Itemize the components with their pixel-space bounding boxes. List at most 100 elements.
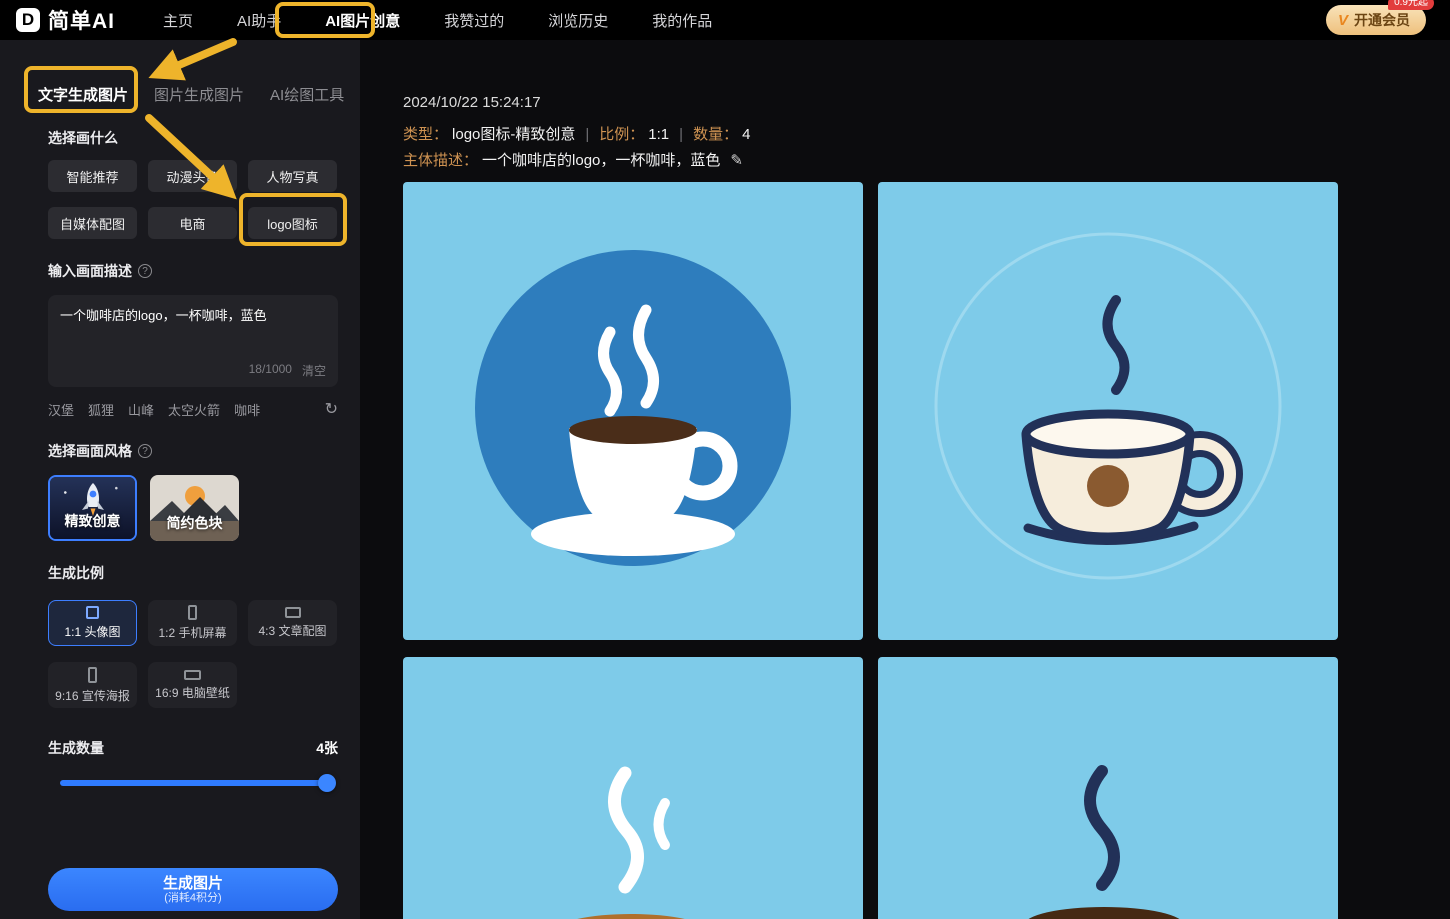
sidebar: 文字生成图片 图片生成图片 AI绘图工具 选择画什么 智能推荐 动漫头像 人物写… [0,40,360,919]
clear-button[interactable]: 清空 [302,362,326,379]
nav-item-history[interactable]: 浏览历史 [548,10,608,31]
info-icon[interactable]: ? [138,444,152,458]
category-logo-icon[interactable]: logo图标 [248,207,337,239]
slider-handle[interactable] [318,774,336,792]
tab-text-to-image[interactable]: 文字生成图片 [38,86,128,106]
type-value: logo图标-精致创意 [452,126,576,143]
separator: | [679,126,684,143]
frame-square-icon [86,606,99,619]
suggestion-mountain[interactable]: 山峰 [128,400,154,419]
topbar: D 简单AI 主页 AI助手 AI图片创意 我赞过的 浏览历史 我的作品 0.9… [0,0,1450,40]
ratio-label: 1:1 头像图 [64,625,121,639]
logo-icon: D [16,8,40,32]
vip-button-label: 开通会员 [1354,12,1410,28]
ratio-label: 1:2 手机屏幕 [158,626,227,640]
ratio-1-2[interactable]: 1:2 手机屏幕 [148,600,237,646]
refresh-icon[interactable]: ↻ [325,399,338,419]
vip-price-badge: 0.9元起 [1388,0,1434,10]
count-row: 生成数量 4张 [48,738,338,758]
description-label: 主体描述： [403,152,479,169]
count-value: 4张 [316,740,338,756]
category-anime-avatar[interactable]: 动漫头像 [148,160,237,192]
generated-image-4[interactable] [878,657,1338,919]
frame-wide-icon [284,607,301,618]
vip-area: 0.9元起 V 开通会员 [1325,0,1434,35]
ratio-label: 9:16 宣传海报 [55,688,130,703]
description-value: 一个咖啡店的logo，一杯咖啡，蓝色 [482,152,721,169]
section-title-prompt: 输入画面描述 ? [48,261,338,281]
generate-label: 生成图片 [162,874,223,892]
ratio-label: 比例： [599,126,645,143]
generated-image-3[interactable] [403,657,863,919]
count-value: 4 [742,126,751,143]
separator: | [585,126,590,143]
nav-item-ai-assistant[interactable]: AI助手 [237,10,281,31]
main-nav: 主页 AI助手 AI图片创意 我赞过的 浏览历史 我的作品 [163,10,712,31]
section-title-style: 选择画面风格 ? [48,441,338,461]
description-row: 主体描述： 一个咖啡店的logo，一杯咖啡，蓝色 ✎ [403,152,1450,170]
style-label-fine-creative: 精致创意 [64,513,121,529]
vip-icon: V [1337,11,1348,29]
ratio-value: 1:1 [648,126,670,143]
slider-track[interactable] [60,780,330,786]
section-title-ratio: 生成比例 [48,563,338,583]
category-ecommerce[interactable]: 电商 [148,207,237,239]
edit-icon[interactable]: ✎ [730,152,743,170]
nav-item-ai-image-creation[interactable]: AI图片创意 [325,10,400,31]
prompt-title-text: 输入画面描述 [48,263,132,279]
generated-image-1[interactable] [403,182,863,640]
suggestion-hamburger[interactable]: 汉堡 [48,400,74,419]
style-card-fine-creative[interactable]: 精致创意 [48,475,137,541]
prompt-footer: 18/1000 清空 [249,362,326,379]
what-title-text: 选择画什么 [48,130,118,146]
generate-cost: (消耗4积分) [164,891,222,904]
nav-item-home[interactable]: 主页 [163,10,193,31]
generation-meta: 类型： logo图标-精致创意 | 比例： 1:1 | 数量： 4 [403,126,1450,144]
nav-item-liked[interactable]: 我赞过的 [444,10,504,31]
style-card-simple-blocks[interactable]: 简约色块 [150,475,239,541]
type-label: 类型： [403,126,449,143]
ratio-label: 4:3 文章配图 [258,624,327,638]
style-row: 精致创意 简约色块 [48,475,338,541]
category-media-image[interactable]: 自媒体配图 [48,207,137,239]
suggestion-row: 汉堡 狐狸 山峰 太空火箭 咖啡 ↻ [48,399,338,419]
frame-landscape-icon [184,669,201,680]
suggestion-fox[interactable]: 狐狸 [88,400,114,419]
tab-ai-drawing-tools[interactable]: AI绘图工具 [270,86,344,106]
info-icon[interactable]: ? [138,264,152,278]
ratio-label: 16:9 电脑壁纸 [155,685,230,700]
frame-tall-icon [188,605,197,620]
sidebar-tabs: 文字生成图片 图片生成图片 AI绘图工具 [38,86,360,106]
ratio-1-1[interactable]: 1:1 头像图 [48,600,137,646]
count-label: 数量： [693,126,739,143]
logo-text: 简单AI [48,10,115,33]
prompt-input[interactable]: 一个咖啡店的logo，一杯咖啡，蓝色 [60,307,326,355]
category-portrait[interactable]: 人物写真 [248,160,337,192]
category-smart-recommend[interactable]: 智能推荐 [48,160,137,192]
ratio-9-16[interactable]: 9:16 宣传海报 [48,662,137,708]
nav-item-my-works[interactable]: 我的作品 [652,10,712,31]
generated-image-2[interactable] [878,182,1338,640]
suggestion-rocket[interactable]: 太空火箭 [168,400,220,419]
tab-image-to-image[interactable]: 图片生成图片 [154,86,244,106]
category-grid: 智能推荐 动漫头像 人物写真 自媒体配图 电商 logo图标 [48,160,338,239]
generated-image-grid [403,182,1450,919]
style-label-simple-blocks: 简约色块 [166,515,223,531]
sidebar-content: 选择画什么 智能推荐 动漫头像 人物写真 自媒体配图 电商 logo图标 输入画… [48,128,338,792]
suggestion-coffee[interactable]: 咖啡 [234,400,260,419]
count-title: 生成数量 [48,740,104,756]
ratio-16-9[interactable]: 16:9 电脑壁纸 [148,662,237,708]
char-count: 18/1000 [248,362,292,376]
ratio-4-3[interactable]: 4:3 文章配图 [248,600,337,646]
count-slider[interactable] [60,774,336,792]
app-logo[interactable]: D 简单AI [16,5,115,35]
frame-portrait-icon [88,666,97,683]
prompt-box: 一个咖啡店的logo，一杯咖啡，蓝色 18/1000 清空 [48,295,338,387]
style-title-text: 选择画面风格 [48,443,132,459]
generate-button[interactable]: 生成图片 (消耗4积分) [48,868,338,911]
generation-timestamp: 2024/10/22 15:24:17 [403,94,541,111]
ratio-title-text: 生成比例 [48,565,104,581]
ratio-grid: 1:1 头像图 1:2 手机屏幕 4:3 文章配图 9:16 宣传海报 16:9… [48,600,338,708]
results-area: 2024/10/22 15:24:17 类型： logo图标-精致创意 | 比例… [360,40,1450,919]
section-title-what: 选择画什么 [48,128,338,148]
